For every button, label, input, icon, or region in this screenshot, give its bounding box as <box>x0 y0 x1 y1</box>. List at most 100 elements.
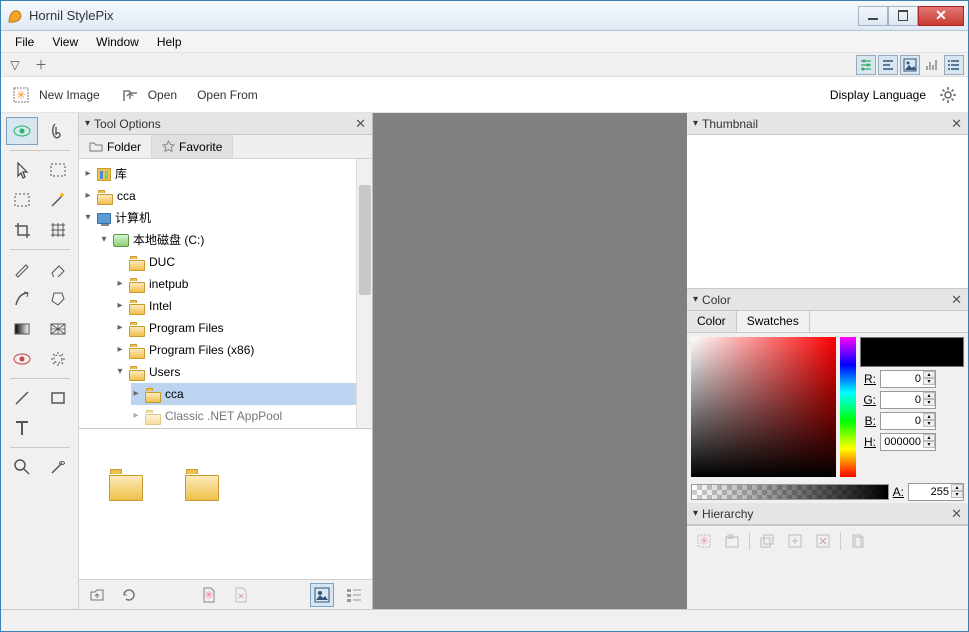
display-language-button[interactable]: Display Language <box>830 88 926 102</box>
folder-tree[interactable]: ▸库▸cca▾计算机▾本地磁盘 (C:)DUC▸inetpub▸Intel▸Pr… <box>79 159 372 429</box>
tab-color[interactable]: Color <box>687 311 737 332</box>
thumbnail-header[interactable]: ▾ Thumbnail ✕ <box>687 113 968 135</box>
tool-options-header[interactable]: ▾ Tool Options ✕ <box>79 113 372 135</box>
new-tab-icon[interactable]: ＋ <box>31 55 51 75</box>
histogram-icon[interactable] <box>922 55 942 75</box>
open-from-button[interactable]: Open From <box>197 88 258 102</box>
clip-tool[interactable] <box>42 117 74 145</box>
tab-folder[interactable]: Folder <box>79 135 152 158</box>
canvas-area[interactable] <box>373 113 687 609</box>
list-panel-icon[interactable] <box>944 55 964 75</box>
tree-node[interactable]: ▾计算机 <box>83 207 372 229</box>
collapse-icon[interactable]: ▾ <box>693 294 698 305</box>
close-icon[interactable]: ✕ <box>951 292 962 308</box>
spinner[interactable]: ▴▾ <box>923 392 935 406</box>
tree-node[interactable]: ▸库 <box>83 163 372 185</box>
menu-view[interactable]: View <box>44 33 86 51</box>
gradient-tool[interactable] <box>6 315 38 343</box>
delete-layer-icon[interactable] <box>812 530 834 552</box>
rectangle-tool[interactable] <box>42 384 74 412</box>
visibility-tool[interactable] <box>6 345 38 373</box>
delete-doc-icon[interactable] <box>229 583 253 607</box>
close-icon[interactable]: ✕ <box>355 116 366 132</box>
refresh-icon[interactable] <box>117 583 141 607</box>
tree-node[interactable]: ▸inetpub <box>115 273 372 295</box>
spinner[interactable]: ▴▾ <box>923 434 935 448</box>
duplicate-layer-icon[interactable] <box>756 530 778 552</box>
heal-tool[interactable] <box>6 285 38 313</box>
minimize-button[interactable] <box>858 6 888 26</box>
maximize-button[interactable] <box>888 6 918 26</box>
eraser-tool[interactable] <box>42 255 74 283</box>
merge-layer-icon[interactable] <box>784 530 806 552</box>
tree-node[interactable]: ▸Program Files <box>115 317 372 339</box>
menu-file[interactable]: File <box>7 33 42 51</box>
collapse-icon[interactable]: ▾ <box>693 508 698 519</box>
tree-node[interactable]: ▸Intel <box>115 295 372 317</box>
close-icon[interactable]: ✕ <box>951 506 962 522</box>
open-button[interactable]: Open <box>120 85 177 105</box>
magic-wand-tool[interactable] <box>42 186 74 214</box>
thumb-view-icon[interactable] <box>310 583 334 607</box>
align-icon[interactable] <box>878 55 898 75</box>
hue-strip[interactable] <box>840 337 856 477</box>
tab-favorite[interactable]: Favorite <box>152 135 233 158</box>
tree-node[interactable]: ▸Program Files (x86) <box>115 339 372 361</box>
pattern-tool[interactable] <box>42 315 74 343</box>
collapse-icon[interactable]: ▾ <box>693 118 698 129</box>
collapse-icon[interactable]: ▾ <box>85 118 90 129</box>
text-tool[interactable] <box>6 414 38 442</box>
gear-icon[interactable] <box>938 85 958 105</box>
scrollbar[interactable] <box>356 159 372 428</box>
hierarchy-header[interactable]: ▾ Hierarchy ✕ <box>687 503 968 525</box>
lasso-tool[interactable] <box>6 186 38 214</box>
rect-marquee-tool[interactable] <box>42 156 74 184</box>
spinner[interactable]: ▴▾ <box>923 371 935 385</box>
tree-node[interactable]: DUC <box>115 251 372 273</box>
tree-node[interactable]: ▾本地磁盘 (C:) <box>99 229 372 251</box>
menu-help[interactable]: Help <box>149 33 190 51</box>
tab-favorite-label: Favorite <box>179 140 222 154</box>
dropdown-icon[interactable]: ▽ <box>5 55 25 75</box>
scrollbar-thumb[interactable] <box>359 185 371 295</box>
tree-node[interactable]: ▸Classic .NET AppPool <box>131 405 372 427</box>
b-label: B: <box>860 414 876 428</box>
menu-window[interactable]: Window <box>88 33 147 51</box>
tree-label: cca <box>165 383 184 405</box>
brush-tool[interactable] <box>6 255 38 283</box>
smudge-tool[interactable] <box>42 285 74 313</box>
sliders-icon[interactable] <box>856 55 876 75</box>
current-color-swatch[interactable] <box>860 337 964 367</box>
spinner[interactable]: ▴▾ <box>951 484 963 498</box>
folder-item[interactable] <box>109 469 125 485</box>
image-panel-icon[interactable] <box>900 55 920 75</box>
saturation-value-box[interactable] <box>691 337 836 477</box>
pointer-tool[interactable] <box>6 156 38 184</box>
new-image-button[interactable]: ✳ New Image <box>11 85 100 105</box>
color-header[interactable]: ▾ Color ✕ <box>687 289 968 311</box>
close-icon[interactable]: ✕ <box>951 116 962 132</box>
pan-tool[interactable] <box>42 453 74 481</box>
zoom-tool[interactable] <box>6 453 38 481</box>
exposure-tool[interactable] <box>42 345 74 373</box>
tree-label: 计算机 <box>115 207 151 229</box>
close-button[interactable] <box>918 6 964 26</box>
list-view-icon[interactable] <box>342 583 366 607</box>
hierarchy-toolbar: ✳ <box>687 525 968 555</box>
folder-item[interactable] <box>185 469 201 485</box>
tree-node[interactable]: ▸cca <box>83 185 372 207</box>
tree-node[interactable]: ▸cca <box>131 383 372 405</box>
crop-tool[interactable] <box>6 216 38 244</box>
new-doc-icon[interactable]: ✳ <box>197 583 221 607</box>
spinner[interactable]: ▴▾ <box>923 413 935 427</box>
alpha-slider[interactable] <box>691 484 889 500</box>
layer-properties-icon[interactable] <box>847 530 869 552</box>
tab-swatches[interactable]: Swatches <box>737 311 810 332</box>
line-tool[interactable] <box>6 384 38 412</box>
new-layer-icon[interactable]: ✳ <box>693 530 715 552</box>
tree-node[interactable]: ▾Users <box>115 361 372 383</box>
grid-tool[interactable] <box>42 216 74 244</box>
up-folder-icon[interactable] <box>85 583 109 607</box>
new-group-icon[interactable] <box>721 530 743 552</box>
eye-tool[interactable] <box>6 117 38 145</box>
